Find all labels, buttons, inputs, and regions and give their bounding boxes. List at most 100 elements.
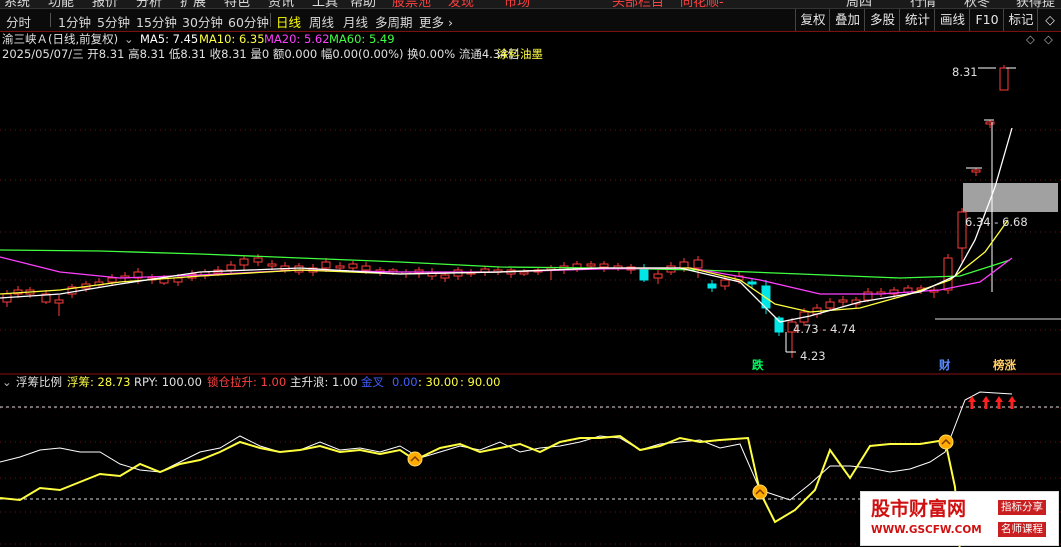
rank-tag[interactable]: 榜涨 xyxy=(993,359,1016,372)
menu-market[interactable]: 市场 xyxy=(504,0,530,8)
candle-body xyxy=(825,301,835,309)
period-weekly[interactable]: 周线 xyxy=(309,12,334,31)
restore-rights-button[interactable]: 复权 xyxy=(795,9,830,31)
menu-tools[interactable]: 工具 xyxy=(312,0,338,8)
draw-line-button[interactable]: 画线 xyxy=(934,9,970,31)
period-30min[interactable]: 30分钟 xyxy=(182,12,223,31)
diamond-icon[interactable]: ◇ xyxy=(1026,33,1035,46)
watermark-title: 股市财富网 xyxy=(871,498,967,520)
f10-button[interactable]: F10 xyxy=(969,9,1004,31)
watermark-tag-course: 名师课程 xyxy=(998,522,1046,537)
diamond-icon[interactable]: ◇ xyxy=(1037,9,1061,31)
candle-body xyxy=(586,263,596,267)
period-monthly[interactable]: 月线 xyxy=(343,12,368,31)
period-15min[interactable]: 15分钟 xyxy=(136,12,177,31)
candle-body xyxy=(943,257,953,291)
period-5min[interactable]: 5分钟 xyxy=(97,12,130,31)
statistics-button[interactable]: 统计 xyxy=(899,9,935,31)
menu-discover[interactable]: 发现 xyxy=(448,0,474,8)
menu-season[interactable]: 秋冬 xyxy=(964,0,990,8)
candle-body xyxy=(720,279,730,287)
period-multi[interactable]: 多周期 xyxy=(375,12,413,31)
candle-body xyxy=(971,169,981,173)
menu-get[interactable]: 获得提 xyxy=(1016,0,1055,8)
ma60-value: MA60: 5.49 xyxy=(329,32,395,46)
arrow-up-icon xyxy=(982,396,990,409)
candle-body xyxy=(226,264,236,271)
period-1min[interactable]: 1分钟 xyxy=(58,12,91,31)
chevron-down-icon[interactable]: ⌄ xyxy=(124,33,134,46)
candle-body xyxy=(440,274,450,279)
period-timeshare[interactable]: 分时 xyxy=(6,12,31,31)
candle-body xyxy=(707,283,717,289)
candle-body xyxy=(999,67,1009,91)
watermark-logo: 股市财富网 WWW.GSCFW.COM 指标分享 名师课程 xyxy=(860,491,1059,546)
ma60-line xyxy=(0,249,1011,279)
chevron-down-icon[interactable]: ⌄ xyxy=(2,376,12,389)
main-wave-value: 主升浪: 1.00 xyxy=(290,375,358,389)
ohlc-info-line: 2025/05/07/三 开8.31 高8.31 低8.31 收8.31 量0 … xyxy=(2,47,519,61)
stock-title: 渝三峡Ａ(日线,前复权) xyxy=(2,32,119,46)
candle-body xyxy=(985,121,995,125)
lock-rise-value: 锁仓拉升: 1.00 xyxy=(207,375,287,389)
zone-price-label: 6.34 - 6.68 xyxy=(965,215,1028,229)
ma5-line xyxy=(0,127,1013,323)
candle-body xyxy=(639,267,649,281)
menu-help[interactable]: 帮助 xyxy=(350,0,376,8)
candle-body xyxy=(519,271,529,275)
menu-special[interactable]: 特色 xyxy=(224,0,250,8)
float-chips-value: 浮筹: 28.73 xyxy=(67,375,131,389)
golden-cross-label: 金叉 xyxy=(361,375,384,389)
candle-body xyxy=(107,277,117,283)
ma20-value: MA20: 5.62 xyxy=(264,32,330,46)
period-60min[interactable]: 60分钟 xyxy=(228,12,269,31)
system-menu-bar: 系统 功能 报价 分析 扩展 特色 资讯 工具 帮助 股票池 发现 市场 头部栏… xyxy=(0,0,1061,9)
overlay-button[interactable]: 叠加 xyxy=(829,9,865,31)
indicator-name[interactable]: 浮筹比例 xyxy=(16,376,62,389)
fall-tag[interactable]: 跌 xyxy=(752,359,764,372)
level-30-value: : 30.00 xyxy=(418,375,459,389)
menu-extend[interactable]: 扩展 xyxy=(180,0,206,8)
kline-chart[interactable] xyxy=(0,32,1061,547)
diamond-icon[interactable]: ◇ xyxy=(1044,33,1053,46)
menu-news[interactable]: 资讯 xyxy=(268,0,294,8)
candle-body xyxy=(653,273,663,279)
candle-body xyxy=(863,291,873,301)
level-90-value: : 90.00 xyxy=(460,375,501,389)
menu-system[interactable]: 系统 xyxy=(4,0,30,8)
menu-stock-pool[interactable]: 股票池 xyxy=(392,0,431,8)
menu-analysis[interactable]: 分析 xyxy=(136,0,162,8)
mark-button[interactable]: 标记 xyxy=(1003,9,1038,31)
low-price-label: 4.23 xyxy=(800,349,826,363)
candle-body xyxy=(335,265,345,269)
candle-body xyxy=(253,257,263,263)
menu-function[interactable]: 功能 xyxy=(48,0,74,8)
multi-stock-button[interactable]: 多股 xyxy=(864,9,900,31)
candle-body xyxy=(348,263,358,269)
menu-banner[interactable]: 头部栏目 xyxy=(612,0,664,8)
finance-tag[interactable]: 财 xyxy=(939,359,951,372)
menu-quote[interactable]: 报价 xyxy=(92,0,118,8)
indicator-yellow-line xyxy=(0,434,961,547)
golden-cross-marker xyxy=(752,484,768,500)
candle-body xyxy=(54,299,64,304)
period-more[interactable]: 更多 › xyxy=(419,12,453,31)
period-toolbar: 分时 1分钟 5分钟 15分钟 30分钟 60分钟 日线 周线 月线 多周期 更… xyxy=(0,9,1061,32)
divider xyxy=(50,13,51,27)
menu-banner-2[interactable]: 同花顺- xyxy=(680,0,724,8)
candle-body xyxy=(679,261,689,269)
rpy-value: RPY: 100.00 xyxy=(134,375,202,389)
gap-price-label: 4.73 - 4.74 xyxy=(793,322,856,336)
sector-link[interactable]: 涂料油墨 xyxy=(497,48,543,61)
golden-cross-marker xyxy=(938,434,954,450)
divider xyxy=(270,13,271,27)
ma10-value: MA10: 6.35 xyxy=(199,32,265,46)
golden-cross-value: 0.00 xyxy=(392,375,418,389)
candle-body xyxy=(267,263,277,267)
menu-quotes[interactable]: 行情 xyxy=(910,0,936,8)
period-daily[interactable]: 日线 xyxy=(276,12,301,31)
golden-cross-marker xyxy=(407,451,423,467)
high-price-label: 8.31 xyxy=(952,65,978,79)
candle-body xyxy=(747,281,757,285)
ma10-line xyxy=(0,219,1009,313)
